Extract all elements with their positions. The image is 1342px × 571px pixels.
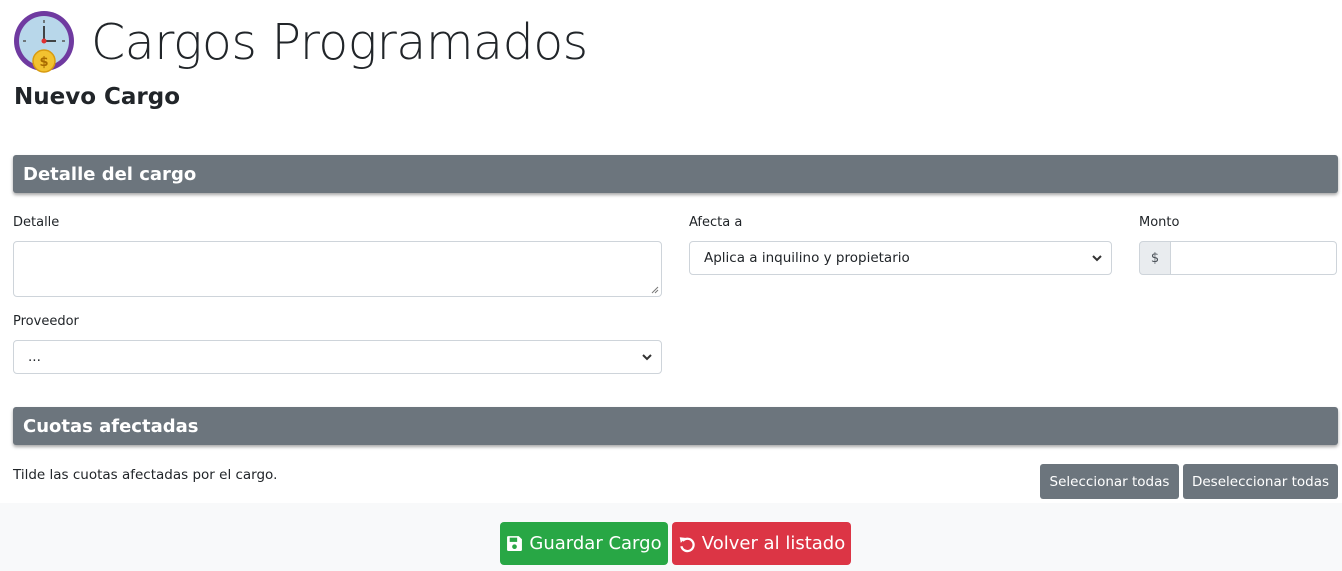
svg-text:$: $ [39,55,48,70]
monto-input[interactable] [1171,241,1337,275]
save-button[interactable]: Guardar Cargo [500,522,668,565]
clock-coin-icon: $ [13,10,77,74]
detalle-label: Detalle [13,215,60,230]
afecta-select[interactable]: Aplica a inquilino y propietario [689,241,1112,275]
back-button-label: Volver al listado [701,533,846,554]
deselect-all-button[interactable]: Deseleccionar todas [1183,464,1338,499]
undo-arrow-icon [679,536,695,552]
detalle-section-header: Detalle del cargo [13,155,1338,193]
resize-grip-icon[interactable] [651,286,659,294]
save-button-label: Guardar Cargo [529,533,662,554]
form-footer: Guardar Cargo Volver al listado [0,503,1342,571]
afecta-label: Afecta a [689,215,743,230]
page-title: Cargos Programados [91,13,588,71]
afecta-selected-value: Aplica a inquilino y propietario [704,250,910,266]
proveedor-label: Proveedor [13,314,79,329]
monto-label: Monto [1139,215,1180,230]
detalle-textarea[interactable] [13,241,662,297]
proveedor-select[interactable]: ... [13,340,662,374]
cuotas-hint: Tilde las cuotas afectadas por el cargo. [13,467,278,483]
page-subtitle: Nuevo Cargo [14,84,181,110]
monto-input-group: $ [1139,241,1337,275]
chevron-down-icon [1092,255,1102,262]
select-all-button[interactable]: Seleccionar todas [1040,464,1179,499]
back-to-list-button[interactable]: Volver al listado [672,522,851,565]
currency-addon: $ [1139,241,1171,275]
floppy-disk-icon [507,536,523,551]
page-header: $ Cargos Programados [13,10,588,74]
proveedor-selected-value: ... [28,349,41,365]
cuotas-section-header: Cuotas afectadas [13,407,1338,445]
chevron-down-icon [642,354,652,361]
